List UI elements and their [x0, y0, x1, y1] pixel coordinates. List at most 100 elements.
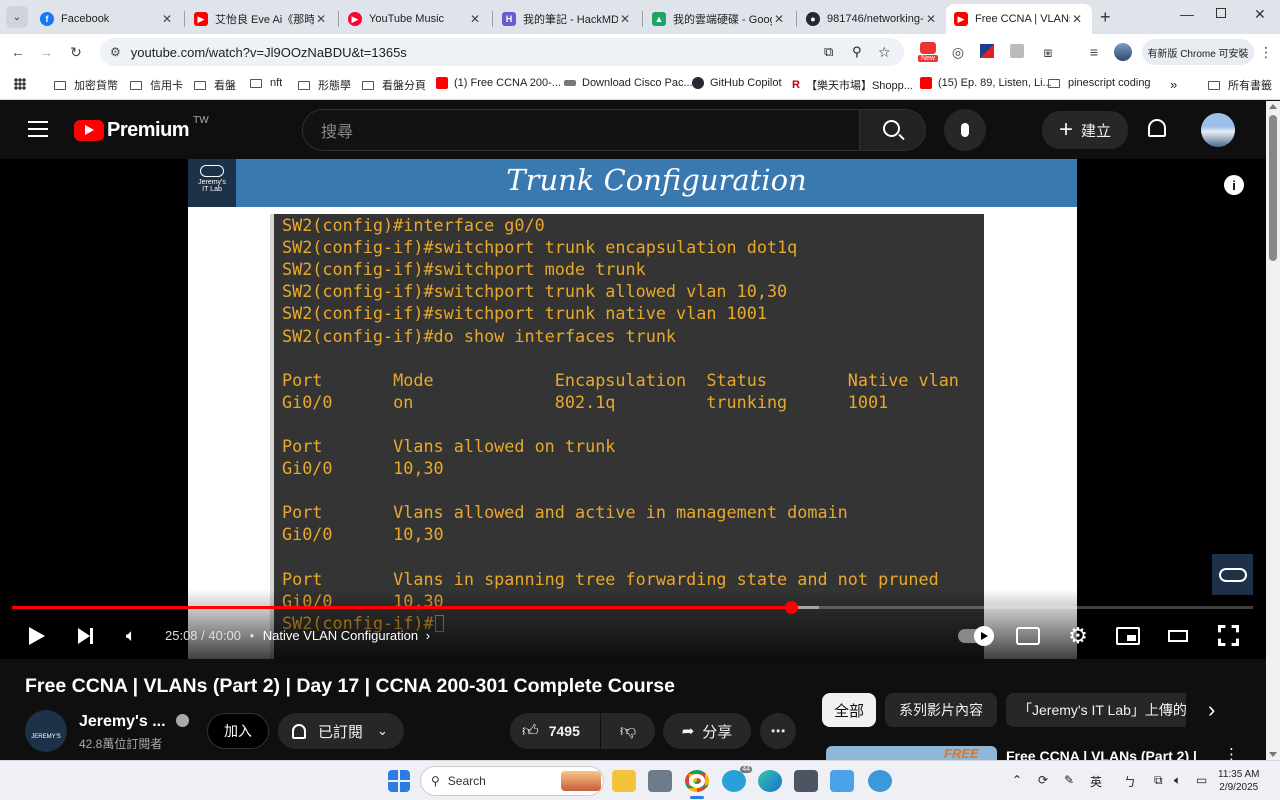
file-explorer-icon[interactable]	[612, 770, 636, 792]
progress-bar[interactable]	[12, 601, 1253, 614]
pen-icon[interactable]: ✎	[1064, 773, 1074, 787]
network-icon[interactable]: ⧉	[1154, 773, 1163, 788]
calculator-icon[interactable]	[794, 770, 818, 792]
menu-kebab-icon[interactable]: ⋮	[1256, 42, 1276, 62]
video-player[interactable]: Jeremy's IT Lab Trunk Configuration SW2(…	[0, 159, 1266, 659]
miniplayer-icon[interactable]	[1116, 627, 1140, 645]
next-button[interactable]	[74, 625, 96, 647]
youtube-logo[interactable]: Premium TW	[74, 115, 209, 142]
tab-search-button[interactable]: ⌄	[6, 6, 28, 28]
restore-button[interactable]	[1216, 8, 1226, 18]
bookmark-star-icon[interactable]: ☆	[878, 44, 891, 61]
scroll-up-arrow-icon[interactable]	[1269, 104, 1277, 109]
join-button[interactable]: 加入	[207, 713, 269, 749]
scroll-down-arrow-icon[interactable]	[1269, 752, 1277, 757]
windows-start-icon[interactable]	[388, 770, 410, 792]
chevron-right-icon[interactable]: ›	[426, 628, 430, 643]
more-actions-button[interactable]: ⋯	[760, 713, 796, 749]
subscribed-button[interactable]: 已訂閱 ⌄	[278, 713, 404, 749]
extension-icon[interactable]: ◎	[948, 42, 968, 62]
app-globe-icon[interactable]	[868, 770, 892, 792]
profile-avatar[interactable]	[1114, 43, 1132, 61]
extension-bookmark-icon[interactable]	[1010, 44, 1024, 58]
tab-google-drive[interactable]: ▲ 我的雲端硬碟 - Goog ✕	[644, 4, 794, 34]
tab-facebook[interactable]: f Facebook ✕	[32, 4, 182, 34]
tab-free-ccna[interactable]: ▶ Free CCNA | VLANs ( ✕	[946, 4, 1092, 34]
bookmark-folder[interactable]: nft	[250, 77, 282, 89]
all-bookmarks-folder[interactable]: 所有書籤	[1208, 77, 1272, 93]
bookmark-folder[interactable]: 形態學	[298, 77, 351, 93]
app-icon[interactable]	[648, 770, 672, 792]
new-tab-button[interactable]: +	[1100, 7, 1111, 28]
ime-language-indicator[interactable]: 英	[1090, 773, 1102, 790]
bookmark-folder[interactable]: pinescript coding	[1048, 77, 1151, 89]
share-button[interactable]: ➦ 分享	[663, 713, 751, 749]
close-icon[interactable]: ✕	[160, 12, 174, 26]
minimize-button[interactable]: —	[1180, 6, 1194, 22]
sync-icon[interactable]: ⟳	[1038, 773, 1048, 787]
fullscreen-icon[interactable]	[1218, 625, 1239, 646]
clock[interactable]: 11:35 AM 2/9/2025	[1218, 768, 1260, 794]
progress-scrubber[interactable]	[785, 601, 799, 614]
media-control-icon[interactable]: ≡	[1084, 42, 1104, 62]
edge-icon[interactable]	[758, 770, 782, 792]
menu-hamburger-icon[interactable]	[28, 121, 48, 137]
taskbar-search[interactable]: ⚲ Search	[420, 766, 604, 796]
info-icon[interactable]: i	[1224, 175, 1244, 195]
bookmark-link[interactable]: Download Cisco Pac...	[564, 77, 693, 89]
channel-avatar[interactable]: JEREMY'S	[25, 710, 67, 752]
close-icon[interactable]: ✕	[468, 12, 482, 26]
tray-overflow-chevron-icon[interactable]: ⌃	[1012, 773, 1022, 787]
install-app-icon[interactable]: ⧉	[824, 44, 833, 60]
url-text[interactable]: youtube.com/watch?v=Jl9OOzNaBDU&t=1365s	[131, 45, 407, 60]
close-icon[interactable]: ✕	[772, 12, 786, 26]
telegram-icon[interactable]: 44	[722, 766, 752, 792]
site-info-icon[interactable]: ⚙	[110, 45, 121, 59]
chip-all[interactable]: 全部	[822, 693, 876, 727]
bookmark-folder[interactable]: 加密貨幣	[54, 77, 118, 93]
play-button[interactable]	[26, 625, 48, 647]
bookmark-link[interactable]: R 【樂天市場】Shopp...	[792, 77, 913, 93]
close-icon[interactable]: ✕	[314, 12, 328, 26]
subtitles-icon[interactable]	[1016, 627, 1040, 645]
volume-icon[interactable]: 🔈︎	[1174, 773, 1181, 788]
voice-search-button[interactable]	[944, 109, 986, 151]
channel-name[interactable]: Jeremy's ...	[79, 713, 189, 731]
dislike-button[interactable]: 👎︎	[601, 713, 655, 749]
bookmark-link[interactable]: (15) Ep. 89, Listen, Li...	[920, 77, 1052, 89]
forward-icon[interactable]: →	[36, 42, 56, 62]
apps-grid-icon[interactable]	[14, 78, 26, 90]
tab-eve-ai[interactable]: ▶ 艾怡良 Eve Ai《那時 ✕	[186, 4, 336, 34]
reload-icon[interactable]: ↻	[66, 42, 86, 62]
like-button[interactable]: 👍︎ 7495	[510, 713, 600, 749]
update-chrome-button[interactable]: 有新版 Chrome 可安裝	[1142, 39, 1254, 65]
autoplay-toggle[interactable]	[958, 626, 994, 646]
close-icon[interactable]: ✕	[924, 12, 938, 26]
bookmark-folder[interactable]: 看盤	[194, 77, 236, 93]
close-icon[interactable]: ✕	[618, 12, 632, 26]
search-input[interactable]: 搜尋	[302, 109, 860, 151]
page-scrollbar[interactable]	[1266, 101, 1280, 760]
ime-mode-icon[interactable]: ㄅ	[1124, 773, 1136, 790]
bookmark-link[interactable]: (1) Free CCNA 200-...	[436, 77, 561, 89]
address-bar[interactable]: ⚙ youtube.com/watch?v=Jl9OOzNaBDU&t=1365…	[100, 38, 904, 66]
theater-mode-icon[interactable]	[1168, 630, 1188, 642]
create-button[interactable]: + 建立	[1042, 111, 1128, 149]
close-window-button[interactable]: ✕	[1254, 6, 1266, 23]
recommended-thumbnail[interactable]: FREE	[826, 746, 997, 760]
notepad-icon[interactable]	[830, 770, 854, 792]
volume-button[interactable]: 🔈︎	[120, 625, 142, 647]
account-avatar[interactable]	[1201, 113, 1235, 147]
extension-flag-icon[interactable]	[980, 44, 994, 58]
settings-gear-icon[interactable]: ⚙	[1066, 623, 1090, 648]
extension-new-icon[interactable]: New	[918, 42, 938, 64]
chapter-title[interactable]: Native VLAN Configuration	[263, 628, 418, 643]
battery-icon[interactable]: ▭	[1196, 773, 1207, 787]
tab-hackmd[interactable]: H 我的筆記 - HackMD ✕	[494, 4, 640, 34]
chrome-icon[interactable]	[685, 770, 709, 792]
search-button[interactable]	[860, 109, 926, 151]
bookmark-folder[interactable]: 信用卡	[130, 77, 183, 93]
extensions-puzzle-icon[interactable]: ⧆	[1038, 42, 1058, 62]
scrollbar-thumb[interactable]	[1269, 115, 1277, 261]
bookmark-folder[interactable]: 看盤分頁	[362, 77, 426, 93]
